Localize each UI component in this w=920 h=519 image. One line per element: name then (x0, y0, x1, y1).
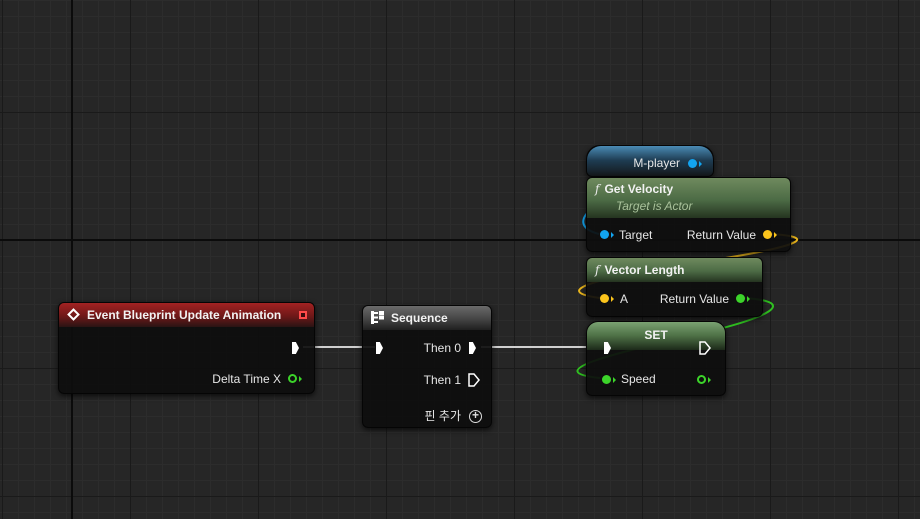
speed-label: Speed (621, 372, 656, 386)
get-velocity-header[interactable]: f Get Velocity Target is Actor (587, 178, 790, 218)
get-velocity-subtitle: Target is Actor (616, 199, 693, 213)
delta-time-arrow-icon (299, 376, 302, 382)
vector-a-label: A (620, 292, 629, 306)
vector-length-title: Vector Length (604, 263, 685, 277)
speed-output-pin[interactable] (697, 375, 706, 384)
then0-label: Then 0 (423, 341, 461, 355)
m-player-arrow-icon (699, 161, 702, 167)
sequence-node[interactable]: Sequence Then 0 Then 1 핀 추가 + (362, 305, 492, 428)
m-player-header[interactable]: M-player (587, 146, 713, 176)
event-node-title: Event Blueprint Update Animation (87, 308, 282, 322)
event-update-animation-node[interactable]: Event Blueprint Update Animation Delta T… (58, 302, 315, 394)
event-node-header[interactable]: Event Blueprint Update Animation (59, 303, 314, 327)
length-return-arrow-icon (747, 296, 750, 302)
vector-length-header[interactable]: f Vector Length (587, 258, 762, 282)
speed-input-arrow-icon (613, 377, 616, 383)
velocity-return-pin[interactable] (763, 230, 772, 239)
sequence-exec-input-pin[interactable] (376, 342, 383, 354)
grid-axis-vertical (71, 0, 73, 519)
then1-exec-pin[interactable] (468, 373, 480, 387)
length-return-pin[interactable] (736, 294, 745, 303)
delta-time-label: Delta Time X (212, 372, 281, 386)
vector-a-arrow-icon (611, 296, 614, 302)
delegate-pin-icon[interactable] (299, 311, 307, 319)
speed-output-arrow-icon (708, 377, 711, 383)
function-icon: f (595, 182, 600, 196)
event-diamond-icon (67, 308, 80, 321)
delta-time-pin[interactable] (288, 374, 297, 383)
vector-a-input-pin[interactable] (600, 294, 609, 303)
get-velocity-node[interactable]: f Get Velocity Target is Actor Target Ret… (586, 177, 791, 252)
m-player-label: M-player (633, 156, 680, 170)
set-exec-output-pin[interactable] (699, 341, 711, 355)
set-node-title: SET (644, 328, 668, 342)
sequence-node-title: Sequence (391, 311, 448, 325)
velocity-return-arrow-icon (774, 232, 777, 238)
add-circle-icon[interactable]: + (469, 409, 482, 423)
target-arrow-icon (611, 232, 614, 238)
function-icon: f (595, 263, 600, 277)
exec-output-pin[interactable] (292, 342, 299, 354)
velocity-return-label: Return Value (686, 228, 756, 242)
target-label: Target (619, 228, 653, 242)
set-speed-node[interactable]: SET Speed (586, 321, 726, 396)
length-return-label: Return Value (659, 292, 729, 306)
then0-exec-pin[interactable] (469, 342, 476, 354)
target-input-pin[interactable] (600, 230, 609, 239)
sequence-node-header[interactable]: Sequence (363, 306, 491, 330)
then1-label: Then 1 (423, 373, 461, 387)
m-player-output-pin[interactable] (688, 159, 697, 168)
vector-length-node[interactable]: f Vector Length A Return Value (586, 257, 763, 317)
speed-input-pin[interactable] (602, 375, 611, 384)
m-player-variable-node[interactable]: M-player (586, 145, 714, 177)
sequence-icon (371, 311, 384, 324)
get-velocity-title: Get Velocity (604, 182, 674, 196)
wires-layer (303, 162, 799, 379)
add-pin-label[interactable]: 핀 추가 (425, 409, 461, 423)
